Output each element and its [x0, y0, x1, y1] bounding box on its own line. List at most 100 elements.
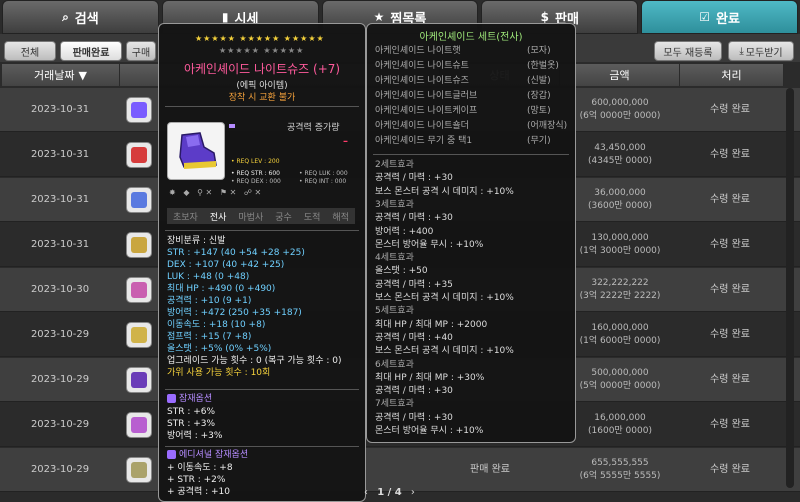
item-glyph [131, 327, 147, 343]
page-indicator: 1 / 4 [377, 487, 402, 498]
column-header-process: 처리 [680, 64, 784, 86]
set-item: 아케인셰이드 나이트슈즈 (신발) [375, 76, 569, 87]
star-icon: ★ [373, 10, 385, 24]
set-tooltip: 아케인셰이드 세트(전사) 아케인셰이드 나이트햇 (모자) 아케인셰이드 나이트슈… [366, 23, 576, 443]
attack-increase-label: 공격력 증가량 [287, 123, 340, 133]
additional-potential-line: + STR : +2% [167, 475, 226, 485]
item-glyph [131, 417, 147, 433]
set-effect-line: 방어력 : +400 [375, 226, 434, 237]
column-header-price: 금액 [560, 64, 680, 86]
price-value: 500,000,000 [591, 368, 649, 378]
filter-all-button[interactable]: 전체 [4, 41, 56, 61]
set-effect-line: 최대 HP / 최대 MP : +2000 [375, 319, 488, 330]
check-icon: ☑ [699, 10, 710, 24]
stat-line: DEX : +107 (40 +42 +25) [167, 260, 285, 270]
price-value: 160,000,000 [591, 323, 649, 333]
stat-line: 점프력 : +15 (7 +8) [167, 332, 252, 342]
divider [165, 389, 359, 390]
set-effect-heading: 3세트효과 [375, 199, 414, 210]
set-marker [229, 124, 235, 128]
item-icon[interactable] [126, 367, 152, 393]
job-list: 초보자 전사 마법사 궁수 도적 해적 [167, 208, 355, 224]
row-process-state: 수령 완료 [710, 104, 750, 115]
item-glyph [131, 282, 147, 298]
item-icon[interactable] [126, 142, 152, 168]
divider [165, 230, 359, 231]
scrollbar[interactable] [786, 88, 794, 488]
row-process-state: 수령 완료 [710, 284, 750, 295]
set-effect-heading: 6세트효과 [375, 359, 414, 370]
price-korean: (1억 6000만 0000) [579, 336, 661, 346]
item-icon[interactable] [126, 277, 152, 303]
receive-all-button[interactable]: ⤓ 모두받기 [728, 41, 794, 61]
price-value: 43,450,000 [594, 143, 646, 153]
item-name: 아케인셰이드 나이트슈즈 (+7) [183, 62, 341, 76]
row-process-state: 수령 완료 [710, 419, 750, 430]
price-value: 322,222,222 [591, 278, 649, 288]
column-date-label: 거래날짜 [34, 69, 75, 82]
job-2: 마법사 [238, 212, 264, 223]
row-process-state: 수령 완료 [710, 374, 750, 385]
job-3: 궁수 [275, 212, 292, 223]
set-item-slot: (한벌옷) [527, 61, 559, 71]
row-process-state: 수령 완료 [710, 194, 750, 205]
set-effect-line: 보스 몬스터 공격 시 데미지 : +10% [375, 346, 514, 357]
stat-line: 공격력 : +10 (9 +1) [167, 296, 252, 306]
set-effect-line: 공격력 / 마력 : +40 [375, 332, 453, 343]
row-date: 2023-10-31 [30, 104, 90, 115]
item-icon[interactable] [126, 187, 152, 213]
tab-label: 완료 [716, 11, 740, 27]
set-item-slot: (신발) [527, 76, 551, 86]
item-icon[interactable] [126, 457, 152, 483]
item-tooltip: ★★★★★ ★★★★★ ★★★★★ ★★★★★ ★★★★★ 아케인셰이드 나이트… [158, 23, 366, 502]
search-icon: ⌕ [62, 9, 69, 24]
filter-sold-button[interactable]: 판매완료 [60, 41, 122, 61]
download-icon: ⤓ [739, 45, 744, 57]
row-process-state: 수령 완료 [710, 329, 750, 340]
set-effect-line: 보스 몬스터 공격 시 데미지 : +10% [375, 186, 514, 197]
job-4: 도적 [303, 212, 321, 223]
tab-label: 검색 [74, 11, 99, 27]
additional-potential-title: 에디셔널 잠재옵션 [167, 450, 248, 461]
next-page-button[interactable]: › [411, 487, 415, 498]
price-korean: (5억 0000만 0000) [579, 381, 661, 391]
additional-potential-line: + 이동속도 : +8 [167, 463, 233, 473]
set-item-name: 아케인셰이드 나이트슈즈 [375, 76, 469, 86]
row-price: 130,000,000 (1억 3000만 0000) [560, 232, 680, 258]
potential-title: 잠재옵션 [167, 394, 212, 405]
starforce-row-1: ★★★★★ ★★★★★ ★★★★★ [195, 34, 325, 43]
row-date: 2023-10-31 [30, 239, 90, 250]
misc-icons: ✸ ◆ ⚲ ✕ ⚑ ✕ ☍ ✕ [169, 188, 262, 197]
set-item-slot: (망토) [527, 106, 551, 116]
set-effect-line: 공격력 / 마력 : +30 [375, 213, 453, 224]
req-int: • REQ INT : 000 [299, 178, 347, 185]
table-row[interactable]: 2023-10-29 655,555,555 (6억 5555만 5555) 수령 완… [0, 448, 800, 492]
set-effect-line: 보스 몬스터 공격 시 데미지 : +10% [375, 293, 514, 303]
set-effect-line: 공격력 / 마력 : +30 [375, 412, 453, 423]
attack-increase-value: – [343, 136, 348, 147]
item-icon[interactable] [126, 232, 152, 258]
set-item-name: 아케인셰이드 나이트슈트 [375, 61, 469, 71]
set-effect-heading: 5세트효과 [375, 306, 414, 317]
item-icon[interactable] [126, 97, 152, 123]
reregister-all-button[interactable]: 모두 재등록 [654, 41, 722, 61]
job-1: 전사 [209, 212, 227, 223]
additional-potential-line: + 공격력 : +10 [167, 487, 230, 497]
item-icon[interactable] [126, 412, 152, 438]
tab-0[interactable]: ⌕ 검색 [2, 0, 159, 34]
item-glyph [131, 372, 147, 388]
tab-4[interactable]: ☑ 완료 [641, 0, 798, 34]
price-korean: (1600만 0000) [588, 426, 652, 436]
stat-line: 올스탯 : +5% (0% +5%) [167, 344, 272, 354]
filter-bought-button[interactable]: 구매 [126, 41, 156, 61]
potential-line: STR : +3% [167, 419, 216, 429]
column-header-date[interactable]: 거래날짜 ▼ [2, 64, 120, 86]
set-item: 아케인셰이드 나이트햇 (모자) [375, 46, 569, 57]
set-item-name: 아케인셰이드 나이트글러브 [375, 91, 478, 101]
stat-line: STR : +147 (40 +54 +28 +25) [167, 248, 305, 258]
price-value: 16,000,000 [594, 413, 646, 423]
receive-all-label: 모두받기 [745, 47, 783, 59]
prev-page-button[interactable]: ‹ [364, 487, 368, 498]
item-icon[interactable] [126, 322, 152, 348]
set-item-slot: (어깨장식) [527, 121, 568, 131]
